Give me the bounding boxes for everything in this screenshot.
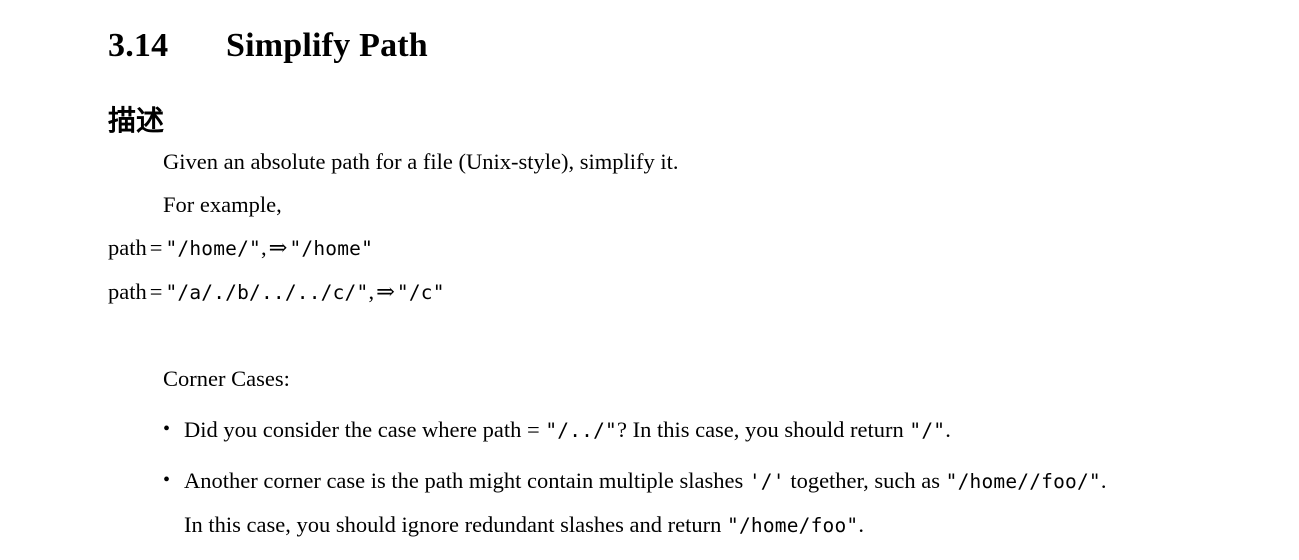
corner-cases-title: Corner Cases:	[163, 366, 290, 391]
subsection-heading-description: 描述	[108, 104, 165, 138]
inline-code: "/home//foo/"	[945, 470, 1101, 493]
list-item-text: Did you consider the case where path = "…	[184, 408, 1299, 452]
list-item-line: Another corner case is the path might co…	[184, 459, 1299, 503]
section-title: Simplify Path	[226, 26, 428, 64]
list-item-line: Did you consider the case where path = "…	[184, 408, 1299, 452]
inline-text: Another corner case is the path might co…	[184, 468, 749, 493]
inline-text: .	[1100, 468, 1107, 493]
inline-code: "/../"	[545, 419, 617, 442]
example-line-1: path = "/home/",⇒ "/home"	[108, 226, 1299, 270]
document-body: Given an absolute path for a file (Unix-…	[0, 140, 1299, 554]
example-2-label: path	[108, 279, 147, 304]
example-2-output: "/c"	[396, 281, 445, 304]
inline-text: .	[858, 512, 864, 537]
bullet-icon: •	[163, 469, 171, 491]
list-item: • Another corner case is the path might c…	[163, 459, 1299, 547]
inline-code: "/"	[909, 419, 946, 442]
example-line-2: path = "/a/./b/../../c/",⇒ "/c"	[108, 270, 1299, 314]
inline-text: In this case, you should ignore redundan…	[184, 512, 727, 537]
inline-code: "/home/foo"	[727, 514, 859, 537]
section-heading: 3.14 Simplify Path	[108, 23, 428, 69]
description-paragraph-line-1: Given an absolute path for a file (Unix-…	[163, 149, 679, 174]
example-1-output: "/home"	[289, 237, 374, 260]
corner-cases-list: • Did you consider the case where path = …	[0, 408, 1299, 547]
example-1-equals: =	[149, 235, 163, 260]
list-item-line: In this case, you should ignore redundan…	[184, 503, 1299, 547]
inline-code: '/'	[748, 470, 785, 493]
example-2-equals: =	[149, 279, 163, 304]
example-2-input: "/a/./b/../../c/"	[165, 281, 369, 304]
example-1-comma: ,	[260, 235, 267, 260]
example-1-arrow-icon: ⇒	[268, 235, 288, 260]
example-2-arrow-icon: ⇒	[376, 279, 395, 304]
list-item: • Did you consider the case where path = …	[163, 408, 1299, 452]
example-1-label: path	[108, 235, 147, 260]
section-number: 3.14	[108, 26, 169, 64]
bullet-icon: •	[163, 418, 171, 440]
inline-text: together, such as	[784, 468, 946, 493]
inline-text: Did you consider the case where path =	[184, 417, 546, 442]
document-page: 3.14 Simplify Path 描述 Given an absolute p…	[0, 0, 1299, 560]
inline-text: ? In this case, you should return	[616, 417, 910, 442]
example-1-input: "/home/"	[165, 237, 261, 260]
list-item-text: Another corner case is the path might co…	[184, 459, 1299, 547]
inline-text: .	[945, 417, 951, 442]
description-paragraph-line-2: For example,	[163, 192, 282, 217]
